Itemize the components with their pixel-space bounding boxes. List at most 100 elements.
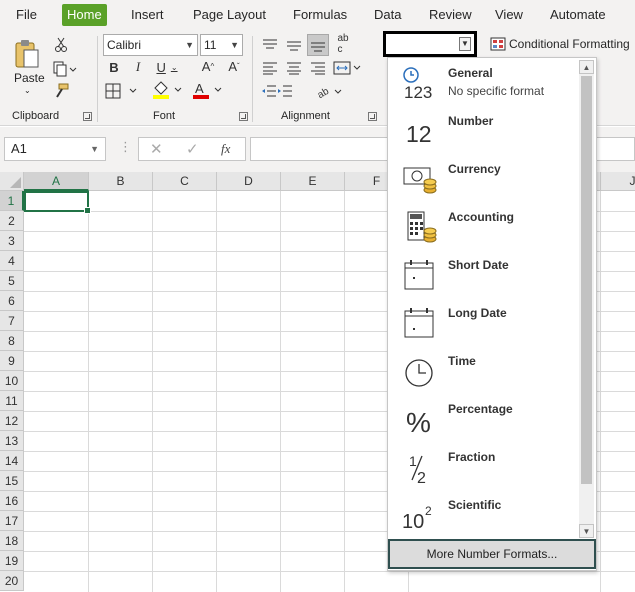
column-header[interactable]: J [601, 172, 635, 191]
decrease-font-icon[interactable]: Aˇ [224, 57, 244, 75]
clipboard-launcher-icon[interactable] [83, 112, 92, 121]
indent-icon[interactable] [260, 82, 296, 100]
row-header[interactable]: 7 [0, 311, 24, 331]
italic-icon[interactable]: I [130, 58, 146, 76]
chevron-down-icon: ▼ [230, 40, 239, 50]
row-header[interactable]: 19 [0, 551, 24, 571]
name-box[interactable]: A1 ▼ [4, 137, 106, 161]
number-format-field[interactable]: ▼ [383, 31, 477, 57]
more-number-formats-button[interactable]: More Number Formats... [388, 539, 596, 569]
conditional-formatting-label[interactable]: Conditional Formatting [509, 37, 630, 51]
scroll-down-icon[interactable]: ▼ [579, 524, 594, 538]
row-header[interactable]: 14 [0, 451, 24, 471]
row-header[interactable]: 18 [0, 531, 24, 551]
row-header[interactable]: 6 [0, 291, 24, 311]
chevron-down-icon[interactable]: ▼ [459, 37, 471, 51]
formula-controls: ✕ ✓ fx [138, 137, 246, 161]
tab-insert[interactable]: Insert [131, 7, 164, 22]
format-option-short-date[interactable]: Short Date [388, 250, 580, 298]
tab-review[interactable]: Review [429, 7, 472, 22]
orientation-icon[interactable]: ab [314, 81, 346, 101]
row-header[interactable]: 10 [0, 371, 24, 391]
align-bottom-icon[interactable] [307, 34, 329, 56]
column-header[interactable]: A [24, 172, 89, 191]
font-size-field[interactable]: 11 ▼ [200, 34, 243, 56]
format-option-percentage[interactable]: % Percentage [388, 394, 580, 442]
row-header[interactable]: 1 [0, 191, 24, 211]
row-header[interactable]: 5 [0, 271, 24, 291]
enter-icon[interactable]: ✓ [186, 140, 199, 158]
row-header[interactable]: 8 [0, 331, 24, 351]
svg-text:10: 10 [402, 511, 424, 532]
cut-icon[interactable] [53, 36, 69, 54]
wrap-text-icon[interactable]: ab c [333, 33, 353, 55]
insert-function-icon[interactable]: fx [221, 141, 230, 157]
format-painter-icon[interactable] [52, 82, 70, 100]
alignment-launcher-icon[interactable] [368, 112, 377, 121]
align-center-icon[interactable] [284, 59, 304, 77]
font-color-icon[interactable]: A [190, 80, 224, 100]
row-header[interactable]: 4 [0, 251, 24, 271]
select-all-button[interactable] [0, 172, 24, 191]
format-option-number[interactable]: 12 Number [388, 106, 580, 154]
row-header[interactable]: 9 [0, 351, 24, 371]
group-divider [252, 36, 253, 122]
bold-icon[interactable]: B [106, 58, 122, 76]
svg-text:12: 12 [406, 121, 432, 147]
row-header[interactable]: 11 [0, 391, 24, 411]
scroll-up-icon[interactable]: ▲ [579, 60, 594, 74]
cancel-icon[interactable]: ✕ [150, 140, 163, 158]
tab-home[interactable]: Home [62, 4, 107, 26]
format-option-time[interactable]: Time [388, 346, 580, 394]
font-launcher-icon[interactable] [239, 112, 248, 121]
tab-formulas[interactable]: Formulas [293, 7, 347, 22]
dropdown-scrollbar[interactable]: ▲ ▼ [579, 60, 594, 538]
svg-text:123: 123 [404, 83, 432, 100]
row-header[interactable]: 2 [0, 211, 24, 231]
tab-page-layout[interactable]: Page Layout [193, 7, 266, 22]
row-header[interactable]: 16 [0, 491, 24, 511]
copy-icon[interactable] [52, 60, 78, 78]
align-middle-icon[interactable] [284, 36, 304, 54]
column-header[interactable]: D [217, 172, 281, 191]
column-header[interactable]: E [281, 172, 345, 191]
dots-icon: ⋮ [119, 139, 132, 154]
row-header[interactable]: 3 [0, 231, 24, 251]
conditional-formatting-icon[interactable] [489, 36, 507, 52]
merge-center-icon[interactable] [332, 59, 362, 77]
align-right-icon[interactable] [308, 59, 328, 77]
row-header[interactable]: 15 [0, 471, 24, 491]
tab-file[interactable]: File [16, 7, 37, 22]
active-cell[interactable] [24, 191, 91, 214]
align-top-icon[interactable] [260, 36, 280, 54]
format-option-long-date[interactable]: Long Date [388, 298, 580, 346]
accounting-icon [400, 210, 440, 244]
column-header[interactable]: B [89, 172, 153, 191]
scroll-thumb[interactable] [581, 76, 592, 484]
format-option-scientific[interactable]: 10 2 Scientific [388, 490, 580, 538]
align-left-icon[interactable] [260, 59, 280, 77]
calendar-icon [400, 306, 440, 340]
borders-icon[interactable] [104, 82, 144, 100]
format-option-fraction[interactable]: 1 2 Fraction [388, 442, 580, 490]
tab-view[interactable]: View [495, 7, 523, 22]
format-option-currency[interactable]: Currency [388, 154, 580, 202]
format-option-accounting[interactable]: Accounting [388, 202, 580, 250]
column-header[interactable]: C [153, 172, 217, 191]
tab-automate[interactable]: Automate [550, 7, 606, 22]
font-name-field[interactable]: Calibri ▼ [103, 34, 198, 56]
paste-chevron-icon[interactable]: ⌄ [24, 86, 31, 95]
tab-data[interactable]: Data [374, 7, 401, 22]
row-header[interactable]: 17 [0, 511, 24, 531]
chevron-down-icon: ▼ [90, 144, 99, 154]
paste-icon[interactable] [10, 36, 44, 72]
row-header[interactable]: 13 [0, 431, 24, 451]
row-header[interactable]: 20 [0, 571, 24, 591]
underline-icon[interactable]: U ⌄ [153, 58, 181, 76]
row-header[interactable]: 12 [0, 411, 24, 431]
increase-font-icon[interactable]: A ^ [198, 57, 218, 75]
number-12-icon: 12 [400, 114, 440, 148]
format-option-general[interactable]: 123 General No specific format [388, 58, 580, 106]
paste-label[interactable]: Paste [14, 71, 45, 85]
fill-color-icon[interactable] [150, 80, 184, 100]
